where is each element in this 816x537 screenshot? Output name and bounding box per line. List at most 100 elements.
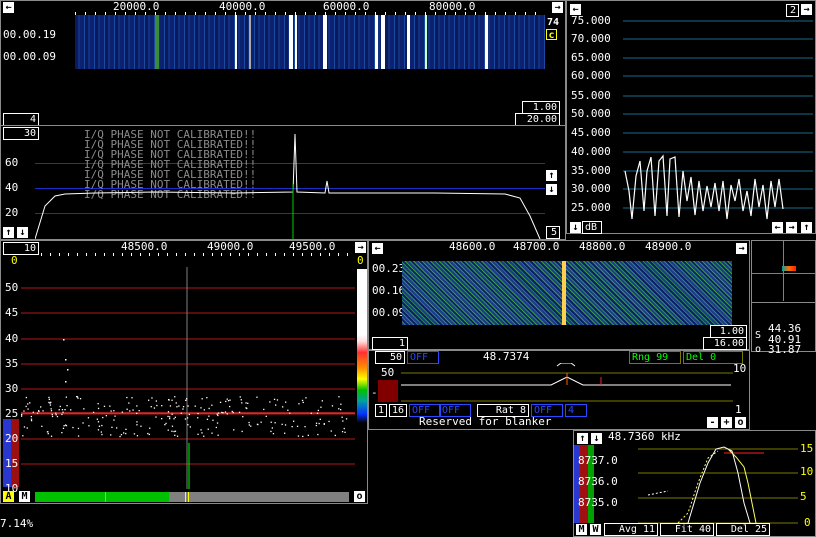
del-box[interactable]: Del 25	[716, 523, 770, 536]
noise-dot	[50, 410, 53, 412]
scroll-right-button[interactable]: →	[552, 2, 563, 13]
noise-dot	[216, 413, 218, 415]
noise-dot	[64, 409, 66, 411]
down-arrow-button[interactable]: ↓	[591, 433, 602, 444]
bottom-box[interactable]: 5	[546, 226, 560, 239]
range-box[interactable]: 16.00	[703, 337, 747, 350]
noise-dot	[316, 412, 319, 414]
y-label: 8735.0	[578, 496, 618, 509]
noise-dot	[241, 430, 243, 433]
noise-dot	[62, 411, 64, 413]
y-label: 50	[5, 281, 19, 294]
noise-dot	[79, 398, 82, 400]
plus-button[interactable]: +	[721, 417, 732, 428]
noise-dot	[302, 435, 304, 438]
hires-box[interactable]: 10	[3, 242, 39, 255]
hires-trace[interactable]	[21, 261, 355, 489]
m-button[interactable]: M	[576, 524, 587, 535]
marker: -	[371, 386, 378, 399]
noise-dot	[176, 406, 178, 408]
o-button[interactable]: o	[735, 417, 746, 428]
mode-c-button[interactable]: c	[546, 29, 557, 41]
up-arrow-button[interactable]: ↑	[546, 170, 557, 181]
o-button[interactable]: o	[354, 491, 365, 502]
y-label: 60	[5, 156, 19, 169]
noise-dot	[227, 400, 230, 402]
baseband-trace[interactable]	[401, 363, 733, 403]
baseband-waterfall-image[interactable]	[402, 261, 732, 325]
scroll-right-button[interactable]: →	[355, 242, 366, 253]
noise-dot	[40, 406, 42, 408]
noise-dot	[125, 428, 127, 430]
noise-dot	[315, 422, 318, 424]
spectrum-trace[interactable]	[35, 126, 545, 239]
noise-dot	[136, 435, 139, 437]
left-box[interactable]: 1	[372, 337, 408, 350]
scroll-right-button[interactable]: →	[786, 222, 797, 233]
up-arrow-button[interactable]: ↑	[577, 433, 588, 444]
down-arrow-button[interactable]: ↓	[546, 184, 557, 195]
progress-marker	[185, 492, 186, 502]
noise-dot	[189, 426, 191, 428]
noise-dot	[58, 409, 60, 411]
noise-dot	[153, 407, 156, 409]
noise-dot	[187, 405, 189, 407]
noise-dot	[226, 413, 228, 415]
hires-panel: 10 48500.0 49000.0 49500.0 → 0 0 50 45 4…	[0, 240, 368, 504]
scroll-left-button[interactable]: ←	[772, 222, 783, 233]
noise-dot	[182, 406, 185, 408]
noise-dot	[194, 405, 196, 407]
scroll-left-button[interactable]: ←	[372, 243, 383, 254]
noise-dot	[101, 433, 103, 436]
noise-dot	[203, 409, 205, 411]
noise-dot	[226, 398, 228, 400]
a-button[interactable]: A	[3, 491, 14, 502]
noise-dot	[161, 405, 163, 407]
noise-dot	[334, 434, 336, 437]
noise-dot	[256, 423, 259, 425]
noise-dot	[66, 405, 68, 407]
b16-box[interactable]: 16	[389, 404, 407, 417]
noise-dot	[55, 414, 57, 416]
progress-bar	[35, 492, 349, 502]
noise-dot	[331, 405, 334, 407]
value-box[interactable]: 4	[565, 404, 587, 417]
scale-box[interactable]: 30	[3, 127, 39, 140]
noise-dot	[203, 435, 205, 437]
noise-dot	[282, 406, 284, 408]
noise-dot	[315, 424, 317, 427]
down-arrow-button[interactable]: ↓	[570, 222, 581, 233]
time-label: 00.00.09	[3, 50, 56, 63]
noise-dot	[343, 427, 345, 430]
noise-dot	[161, 418, 163, 420]
scroll-right-button[interactable]: →	[736, 243, 747, 254]
fit-box[interactable]: Fit 40	[660, 523, 714, 536]
y-label: 45	[5, 306, 19, 319]
up-arrow-button[interactable]: ↑	[801, 222, 812, 233]
noise-dot	[26, 427, 28, 429]
w-button[interactable]: W	[590, 524, 601, 535]
m-button[interactable]: M	[19, 491, 30, 502]
s-meter-trace[interactable]	[623, 1, 813, 231]
afc-trace[interactable]	[638, 443, 798, 525]
noise-dot	[155, 416, 157, 418]
unit-box[interactable]: dB	[582, 221, 602, 234]
minus-button[interactable]: -	[707, 417, 718, 428]
right-zero: 0	[357, 254, 364, 267]
up-arrow-button[interactable]: ↑	[3, 227, 14, 238]
noise-dot	[111, 426, 113, 428]
y-label: 25	[5, 407, 19, 420]
noise-dot	[121, 411, 123, 413]
noise-dot	[219, 401, 222, 403]
down-arrow-button[interactable]: ↓	[17, 227, 28, 238]
polar-divider	[752, 302, 815, 303]
wide-spectrum-panel: 30 60 40 20 I/Q PHASE NOT CALIBRATED!! I…	[0, 125, 566, 240]
noise-dot	[171, 413, 173, 415]
avg-box[interactable]: Avg 11	[604, 523, 658, 536]
db-label: 60.000	[571, 69, 611, 82]
b1-box[interactable]: 1	[375, 404, 387, 417]
wide-waterfall-image[interactable]	[75, 15, 545, 69]
noise-dot	[169, 416, 171, 418]
noise-dot	[301, 399, 304, 402]
scroll-left-button[interactable]: ←	[3, 2, 14, 13]
